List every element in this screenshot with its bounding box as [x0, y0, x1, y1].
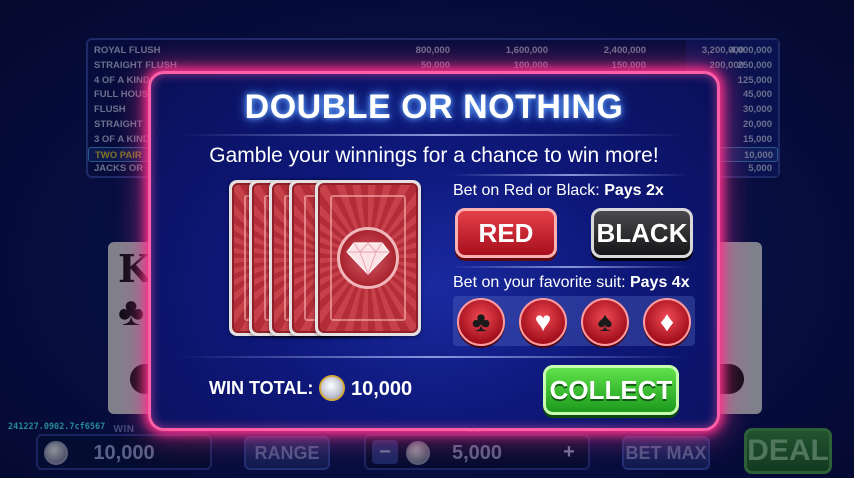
double-or-nothing-dialog: DOUBLE OR NOTHING Gamble your winnings f…: [148, 71, 720, 431]
card-back: [315, 180, 421, 336]
suit-diamonds-button[interactable]: ♦: [643, 298, 691, 346]
suit-spades-button[interactable]: ♠: [581, 298, 629, 346]
title-divider: [181, 134, 687, 136]
footer-divider: [181, 356, 687, 358]
card-back-face: [318, 183, 418, 333]
suit-clubs-button[interactable]: ♣: [457, 298, 505, 346]
diamond-gem-icon: [346, 242, 390, 275]
red-button[interactable]: RED: [455, 208, 557, 258]
win-total-label: WIN TOTAL:: [209, 378, 314, 398]
black-button[interactable]: BLACK: [591, 208, 693, 258]
suit-bet-label: Bet on your favorite suit: Pays 4x: [453, 274, 690, 292]
color-bet-label: Bet on Red or Black: Pays 2x: [453, 182, 664, 200]
color-bet-payout: Pays 2x: [604, 182, 664, 199]
suit-hearts-button[interactable]: ♥: [519, 298, 567, 346]
suit-divider: [451, 266, 689, 268]
color-bet-text: Bet on Red or Black:: [453, 182, 605, 199]
suit-bet-payout: Pays 4x: [629, 274, 690, 291]
win-total-value: 10,000: [351, 378, 413, 400]
collect-button[interactable]: COLLECT: [543, 365, 679, 415]
suit-buttons: ♣ ♥ ♠ ♦: [453, 296, 695, 346]
suit-bet-text: Bet on your favorite suit:: [453, 274, 630, 291]
diamond-coin-icon: [319, 375, 345, 401]
dialog-subtitle: Gamble your winnings for a chance to win…: [209, 144, 659, 167]
color-divider: [451, 174, 689, 176]
dialog-title: DOUBLE OR NOTHING: [244, 88, 624, 126]
